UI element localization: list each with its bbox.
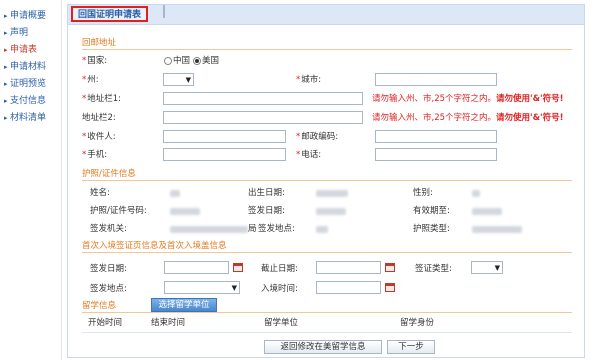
address1-input-shadow: [163, 5, 165, 18]
issue-place-value-redacted: [316, 226, 328, 233]
dob-label: 出生日期:: [248, 188, 285, 198]
state-select[interactable]: ▼: [163, 73, 194, 86]
section-title-study: 留学信息: [82, 301, 117, 311]
page-title: 回国证明申请表: [71, 6, 149, 22]
next-step-button[interactable]: 下一步: [387, 340, 435, 354]
entry-time-label: 入境时间:: [261, 284, 298, 294]
recipient-label: *收件人:: [82, 132, 116, 142]
section-divider: [82, 312, 572, 313]
calendar-icon[interactable]: [385, 283, 395, 292]
country-option-usa-label: 美国: [202, 56, 220, 66]
passport-type-label: 护照类型:: [413, 224, 450, 234]
section-divider: [82, 252, 572, 253]
sidebar-item-label: 申请表: [10, 45, 38, 55]
calendar-icon[interactable]: [385, 263, 395, 272]
visa-issue-place-label: 签发地点:: [90, 284, 127, 294]
address1-label: *地址栏1:: [82, 94, 122, 104]
dropdown-arrow-icon: ▼: [231, 284, 237, 292]
sidebar-item-declaration[interactable]: ▸ 声明: [4, 26, 28, 40]
name-value-redacted: [170, 190, 180, 197]
sidebar-item-material-list[interactable]: ▸ 材料清单: [4, 111, 46, 125]
issuing-authority-label: 签发机关:: [90, 224, 127, 234]
visa-type-label: 签证类型:: [415, 264, 452, 274]
visa-expiry-date-label: 截止日期:: [261, 264, 298, 274]
city-label: *城市:: [296, 75, 322, 85]
country-option-china-label: 中国: [173, 56, 191, 66]
country-radio-usa[interactable]: [193, 57, 201, 65]
address2-label: 地址栏2:: [82, 113, 116, 123]
column-header-end-time: 结束时间: [151, 318, 186, 328]
issue-date-value-redacted: [316, 208, 346, 215]
phone-input[interactable]: [375, 148, 497, 161]
recipient-input[interactable]: [163, 130, 286, 143]
postal-code-input[interactable]: [375, 130, 497, 143]
section-divider: [82, 180, 572, 181]
select-study-unit-button[interactable]: 选择留学单位: [151, 298, 217, 312]
sidebar-item-label: 证明预览: [10, 79, 47, 89]
country-radio-china[interactable]: [164, 57, 172, 65]
visa-issue-date-label: 签发日期:: [90, 264, 127, 274]
mobile-label: *手机:: [82, 150, 108, 160]
postal-code-label: *邮政编码:: [296, 132, 339, 142]
sidebar-item-materials[interactable]: ▸ 申请材料: [4, 60, 46, 74]
gender-value-redacted: [472, 190, 480, 197]
state-label: *州:: [82, 75, 99, 85]
sidebar-item-label: 材料清单: [10, 113, 47, 123]
section-title-passport: 护照/证件信息: [82, 169, 136, 179]
gender-label: 性别:: [413, 188, 433, 198]
sidebar-item-label: 支付信息: [10, 96, 47, 106]
mobile-input[interactable]: [163, 148, 286, 161]
table-divider: [82, 332, 572, 333]
sidebar-item-label: 申请材料: [10, 62, 47, 72]
dropdown-arrow-icon: ▼: [185, 76, 191, 84]
dropdown-arrow-icon: ▼: [494, 264, 500, 272]
issue-place-label: 签发地点:: [258, 224, 295, 234]
back-to-edit-button[interactable]: 返回修改在美留学信息: [264, 340, 382, 354]
country-label: *国家:: [82, 56, 108, 66]
address2-hint: 请勿输入州、市,25个字符之内。请勿使用'&'符号!: [372, 113, 564, 123]
calendar-icon[interactable]: [233, 263, 243, 272]
sidebar-item-certificate-preview[interactable]: ▸ 证明预览: [4, 77, 46, 91]
city-input[interactable]: [375, 73, 497, 86]
sidebar: ▸ 申请概要 ▸ 声明 ▸ 申请表 ▸ 申请材料 ▸ 证明预览 ▸ 支付信息 ▸ 材料清单: [0, 0, 62, 360]
expiry-date-label: 有效期至:: [413, 206, 450, 216]
address2-input[interactable]: [163, 111, 363, 124]
phone-label: *电话:: [296, 150, 322, 160]
section-title-visa: 首次入境签证页信息及首次入境盖信息: [82, 241, 227, 251]
visa-issue-place-select[interactable]: ▼: [164, 281, 240, 294]
passport-number-label: 护照/证件号码:: [90, 206, 147, 216]
application-form-panel: 回国证明申请表 回邮地址 *国家: 中国 美国 *州: ▼ *城市: *地址栏1…: [67, 4, 585, 358]
passport-number-value-redacted: [170, 208, 200, 215]
section-divider: [82, 49, 572, 50]
column-header-study-unit: 留学单位: [264, 318, 299, 328]
dob-value-redacted: [316, 190, 348, 197]
address1-input[interactable]: [163, 92, 363, 105]
sidebar-item-label: 申请概要: [10, 11, 47, 21]
visa-type-select[interactable]: ▼: [471, 261, 503, 274]
issuing-authority-suffix: 局: [248, 224, 257, 234]
panel-header: 回国证明申请表: [68, 5, 584, 25]
sidebar-item-application-form[interactable]: ▸ 申请表: [4, 43, 37, 57]
address1-hint: 请勿输入州、市,25个字符之内。请勿使用'&'符号!: [372, 94, 564, 104]
issue-date-label: 签发日期:: [248, 206, 285, 216]
entry-time-input[interactable]: [316, 281, 381, 294]
visa-expiry-date-input[interactable]: [316, 261, 381, 274]
section-title-address: 回邮地址: [82, 38, 117, 48]
expiry-date-value-redacted: [472, 208, 502, 215]
column-header-start-time: 开始时间: [88, 318, 123, 328]
name-label: 姓名:: [90, 188, 110, 198]
sidebar-item-payment[interactable]: ▸ 支付信息: [4, 94, 46, 108]
passport-type-value-redacted: [472, 226, 522, 233]
visa-issue-date-input[interactable]: [164, 261, 229, 274]
issuing-authority-value-redacted: [170, 226, 248, 233]
sidebar-item-label: 声明: [10, 28, 29, 38]
column-header-study-identity: 留学身份: [400, 318, 435, 328]
sidebar-item-application-overview[interactable]: ▸ 申请概要: [4, 9, 46, 23]
